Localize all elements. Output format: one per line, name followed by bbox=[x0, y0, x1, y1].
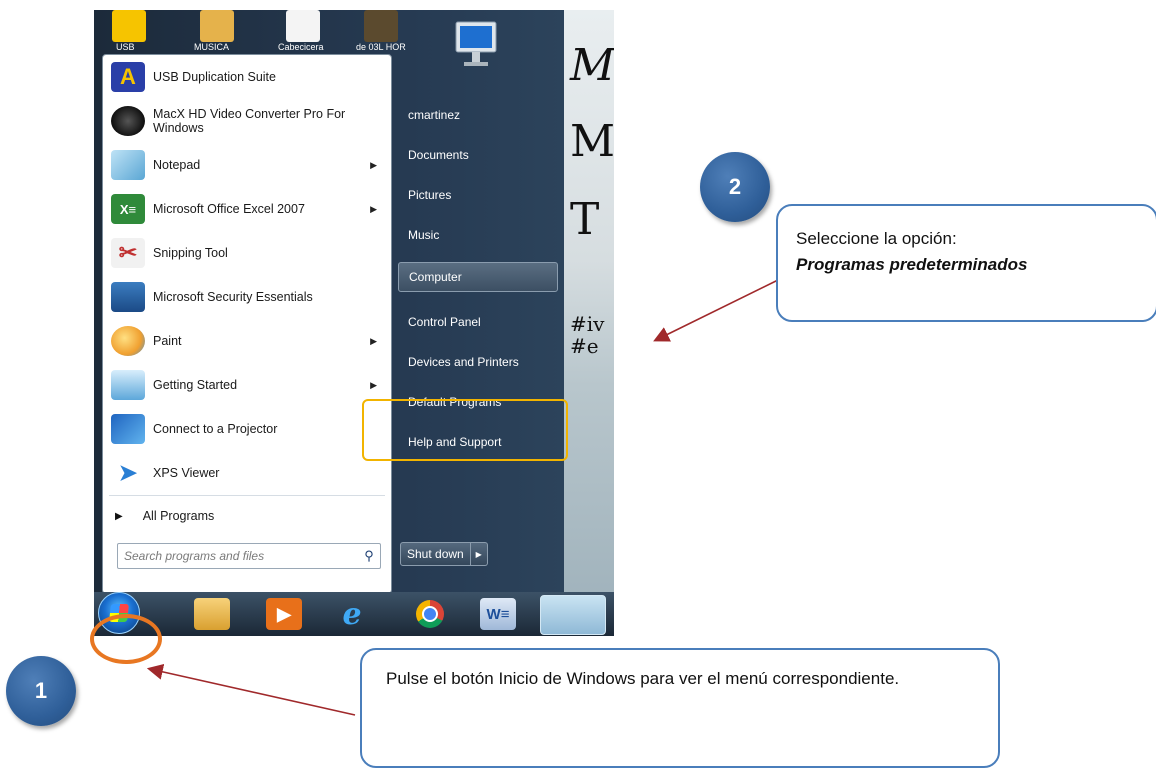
step-1-callout: Pulse el botón Inicio de Windows para ve… bbox=[360, 648, 1000, 768]
step-2-callout: Seleccione la opción: Programas predeter… bbox=[776, 204, 1156, 322]
step-2-instruction: Seleccione la opción: bbox=[796, 229, 957, 248]
callout-arrows bbox=[146, 279, 779, 716]
arrow-to-default-programs bbox=[653, 279, 779, 342]
step-2-option: Programas predeterminados bbox=[796, 255, 1028, 274]
arrow-to-start-orb bbox=[146, 663, 356, 716]
step-2-badge: 2 bbox=[700, 152, 770, 222]
step-1-instruction: Pulse el botón Inicio de Windows para ve… bbox=[386, 669, 900, 688]
step-1-badge: 1 bbox=[6, 656, 76, 726]
